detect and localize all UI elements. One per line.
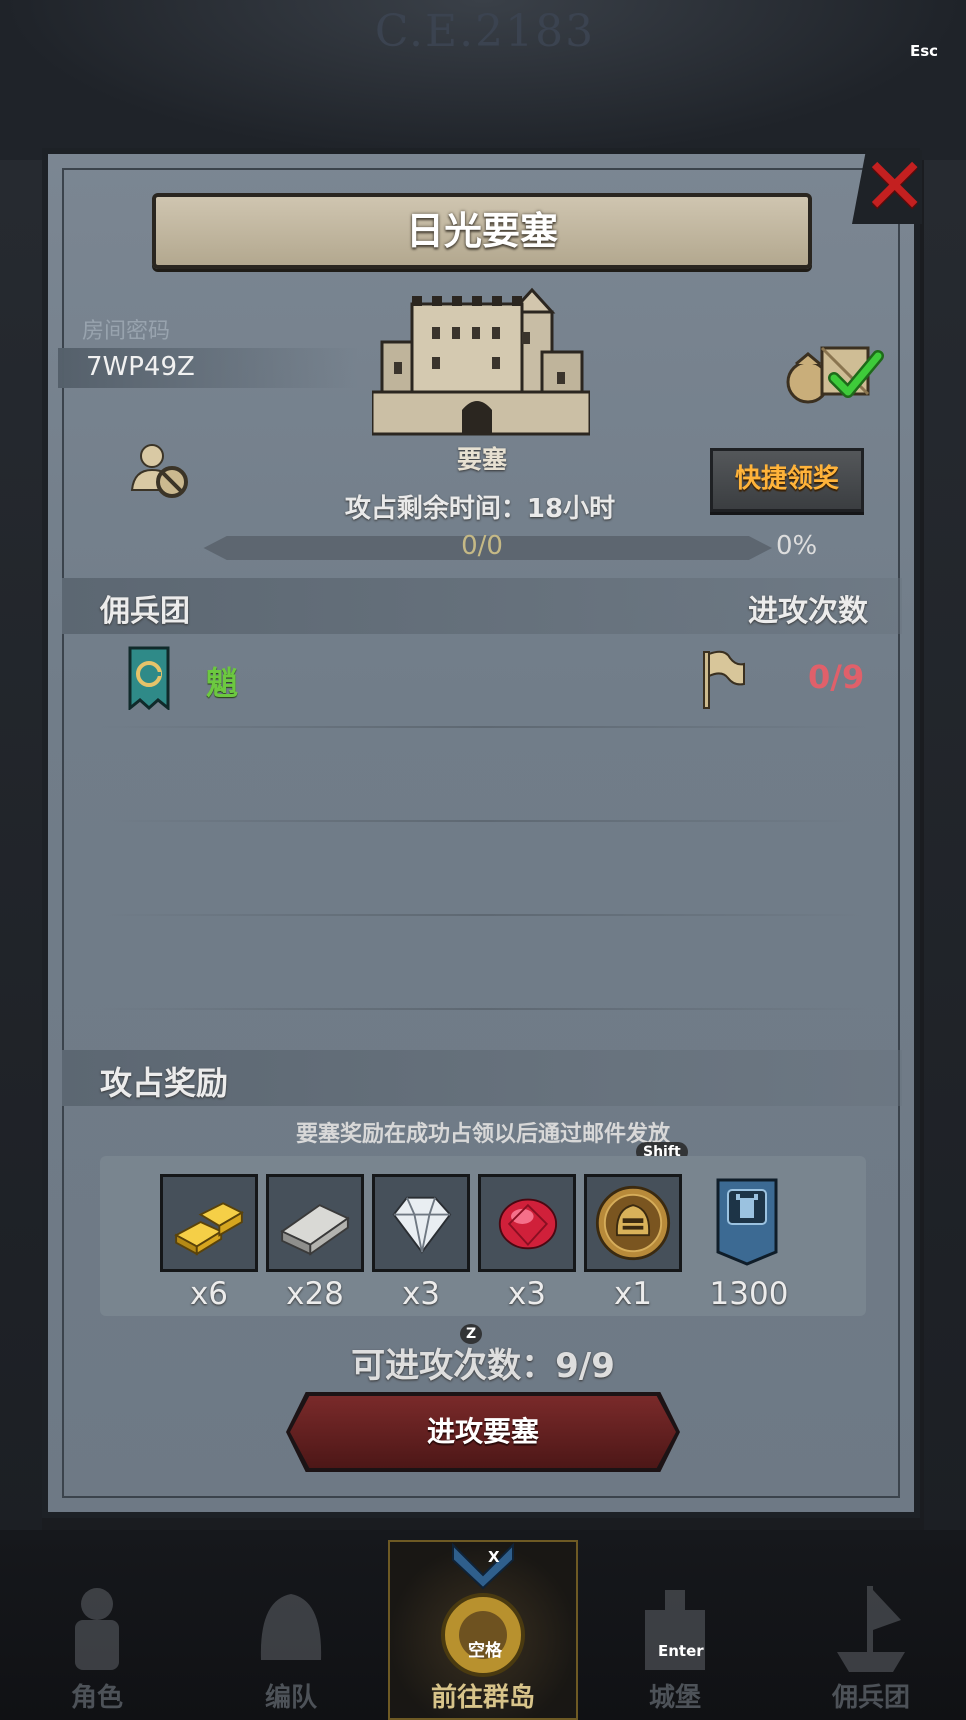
guild-name[interactable]: 魈 xyxy=(206,658,238,704)
gold-bars-icon[interactable] xyxy=(160,1174,258,1272)
room-password-label: 房间密码 xyxy=(82,319,171,344)
background-right xyxy=(924,160,966,1540)
attack-fortress-button[interactable]: 进攻要塞 xyxy=(290,1396,676,1468)
reward-qty: x1 xyxy=(613,1276,653,1312)
room-password-value[interactable]: 7WP49Z xyxy=(86,352,195,382)
helmet-icon xyxy=(260,1594,322,1660)
guild-attack-count: 0/9 xyxy=(808,658,865,696)
nav-mercenary[interactable]: 佣兵团 xyxy=(796,1560,946,1720)
ship-icon xyxy=(837,1586,905,1672)
enter-key-hint: Enter xyxy=(658,1642,704,1660)
x-key-hint: X xyxy=(488,1548,500,1566)
nav-label: 前往群岛 xyxy=(430,1683,535,1713)
nav-label: 编队 xyxy=(264,1683,317,1713)
ruby-icon[interactable] xyxy=(478,1174,576,1272)
capture-progress-count: 0/0 xyxy=(461,531,503,561)
capture-progress-percent: 0% xyxy=(776,531,818,561)
iron-ingot-icon[interactable] xyxy=(266,1174,364,1272)
chevron-down-icon xyxy=(452,1542,514,1590)
fortress-label: 要塞 xyxy=(456,445,507,474)
flag-icon xyxy=(703,650,745,709)
castle-icon xyxy=(645,1590,705,1670)
row-divider xyxy=(100,820,866,822)
nav-formation[interactable]: 编队 xyxy=(216,1560,366,1720)
dialog-title: 日光要塞 xyxy=(405,209,558,253)
esc-key-hint: Esc xyxy=(910,42,939,60)
nav-castle[interactable]: 城堡 xyxy=(600,1560,750,1720)
mercenary-header: 佣兵团 xyxy=(100,594,190,629)
nav-label: 佣兵团 xyxy=(831,1683,910,1713)
rewards-title: 攻占奖励 xyxy=(100,1064,229,1102)
rewards-note: 要塞奖励在成功占领以后通过邮件发放 xyxy=(295,1122,670,1147)
space-key-hint: 空格 xyxy=(468,1641,502,1661)
era-label: C.E.2183 xyxy=(374,6,596,57)
nav-label: 角色 xyxy=(70,1683,123,1713)
fortress-icon xyxy=(372,287,590,436)
remaining-attacks: 可进攻次数：9/9 xyxy=(351,1346,615,1386)
helmet-medal-icon[interactable] xyxy=(584,1174,682,1272)
row-divider xyxy=(100,1008,866,1010)
reward-qty: x6 xyxy=(189,1276,229,1312)
guild-banner-icon[interactable] xyxy=(716,1178,778,1266)
reward-qty: x3 xyxy=(507,1276,547,1312)
claim-rewards-icon[interactable] xyxy=(782,338,892,406)
no-user-icon[interactable] xyxy=(128,438,192,502)
attack-count-header: 进攻次数 xyxy=(748,594,868,629)
knight-icon xyxy=(75,1588,119,1670)
background-left xyxy=(0,160,42,1540)
compass-icon xyxy=(441,1593,525,1677)
reward-qty: x28 xyxy=(286,1276,344,1312)
diamond-icon[interactable] xyxy=(372,1174,470,1272)
guild-banner-icon xyxy=(128,646,170,710)
nav-character[interactable]: 角色 xyxy=(22,1560,172,1720)
nav-label: 城堡 xyxy=(648,1683,701,1713)
close-icon[interactable]: ✕ xyxy=(862,148,927,226)
remaining-time: 攻占剩余时间：18小时 xyxy=(344,494,616,524)
quick-claim-button[interactable]: 快捷领奖 xyxy=(710,448,864,512)
reward-qty: 1300 xyxy=(709,1276,789,1312)
row-divider xyxy=(100,726,866,728)
reward-qty: x3 xyxy=(401,1276,441,1312)
row-divider xyxy=(100,914,866,916)
